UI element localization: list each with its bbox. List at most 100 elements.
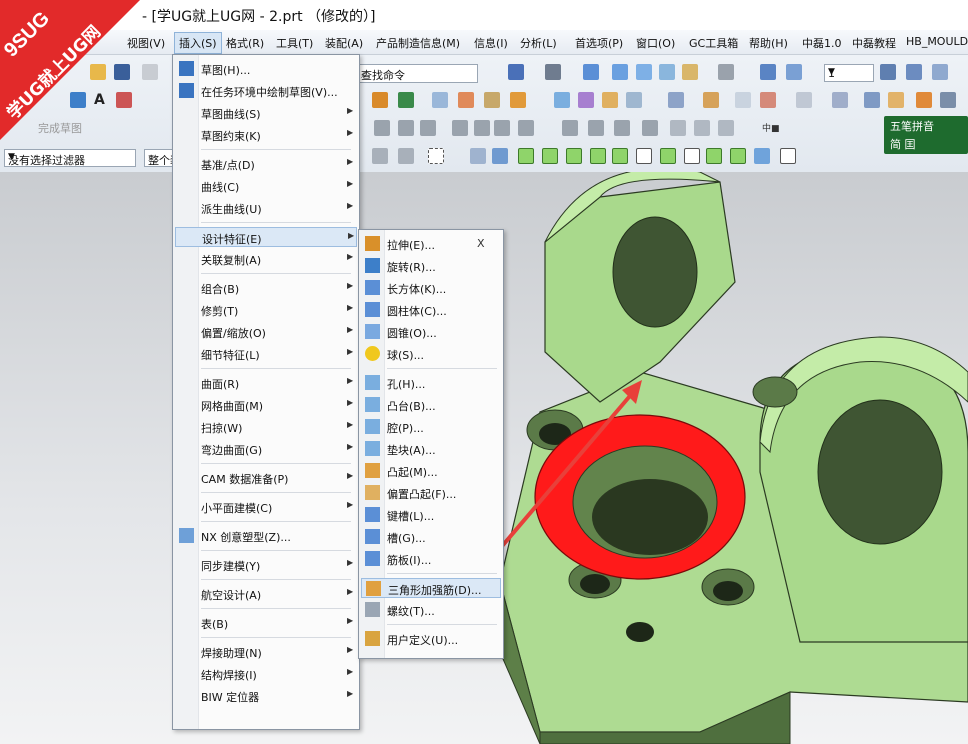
insert-menu-item[interactable]: 焊接助理(N) ▶ [175,642,357,662]
snap-center-icon[interactable] [660,148,676,164]
grid-snap-icon[interactable] [780,148,796,164]
view-cube-icon[interactable] [583,64,599,80]
show-hide-icon[interactable] [786,64,802,80]
design-feature-item[interactable]: 拉伸(E)... X [361,234,501,254]
corner-icon[interactable] [494,120,510,136]
menu-format[interactable]: 格式(R) [226,35,264,51]
design-feature-item[interactable]: 旋转(R)... [361,256,501,276]
studio-icon[interactable] [682,64,698,80]
shell-icon[interactable] [554,92,570,108]
insert-menu-item[interactable]: 网格曲面(M) ▶ [175,395,357,415]
design-feature-item[interactable]: 圆锥(O)... [361,322,501,342]
snap-icon[interactable] [888,92,904,108]
static-wireframe-icon[interactable] [659,64,675,80]
background-icon[interactable] [718,64,734,80]
select-feature-icon[interactable] [470,148,486,164]
show-constraint-icon[interactable] [642,120,658,136]
sketch-grid-icon[interactable] [670,120,686,136]
design-feature-item[interactable]: 槽(G)... [361,527,501,547]
resize-face-icon[interactable] [864,92,880,108]
insert-menu-item[interactable]: 表(B) ▶ [175,613,357,633]
design-feature-item[interactable]: 腔(P)... [361,417,501,437]
pattern-icon[interactable] [578,92,594,108]
snap-control-icon[interactable] [612,148,628,164]
selection-filter-select[interactable]: 没有选择过滤器 ▼ [4,149,136,167]
design-feature-item[interactable]: 凸台(B)... [361,395,501,415]
snap-quadrant-icon[interactable] [684,148,700,164]
sketch-curve-icon[interactable] [374,120,390,136]
menu-gc-toolbox[interactable]: GC工具箱 [689,35,738,51]
insert-menu-item[interactable]: 设计特征(E) ▶ [175,227,357,247]
insert-menu-item[interactable]: 草图(H)... [175,59,357,79]
design-feature-item[interactable]: 圆柱体(C)... [361,300,501,320]
menu-analysis[interactable]: 分析(L) [520,35,557,51]
menu-assembly[interactable]: 装配(A) [325,35,363,51]
fit-icon[interactable] [545,64,561,80]
design-feature-item[interactable]: 螺纹(T)... [361,600,501,620]
language-icon[interactable]: 中■ [762,121,780,134]
design-feature-item[interactable]: 三角形加强筋(D)... [361,578,501,598]
menu-info[interactable]: 信息(I) [474,35,508,51]
delete-face-icon[interactable] [735,92,751,108]
unite-icon[interactable] [458,92,474,108]
sketch-arc-icon[interactable] [398,120,414,136]
insert-menu-item[interactable]: 关联复制(A) ▶ [175,249,357,269]
render-style-icon[interactable] [508,64,524,80]
menu-zhonglei-tutorial[interactable]: 中磊教程 [852,35,896,51]
revolve-toolbar-icon[interactable] [398,92,414,108]
pull-face-icon[interactable] [832,92,848,108]
insert-menu-item[interactable]: 修剪(T) ▶ [175,300,357,320]
measure-icon[interactable] [916,92,932,108]
search-icon[interactable]: ⌕ [361,67,473,82]
insert-menu-item[interactable]: 草图约束(K) ▶ [175,125,357,145]
trim-body-icon[interactable] [626,92,642,108]
snap-on-curve-icon[interactable] [730,148,746,164]
layer-select[interactable]: 1 ▼ [824,64,874,82]
constraint-icon[interactable] [562,120,578,136]
design-feature-item[interactable]: 长方体(K)... [361,278,501,298]
ime-options-label[interactable]: 简 囯 [890,136,916,152]
extrude-toolbar-icon[interactable] [372,92,388,108]
snap-point-icon[interactable] [518,148,534,164]
move-face-icon[interactable] [796,92,812,108]
auto-constraint-icon[interactable] [614,120,630,136]
snap-intersection-icon[interactable] [636,148,652,164]
snap-endpoint-icon[interactable] [372,148,388,164]
menu-help[interactable]: 帮助(H) [749,35,788,51]
hole-toolbar-icon[interactable] [432,92,448,108]
offset-face-icon[interactable] [668,92,684,108]
box-select-icon[interactable] [428,148,444,164]
insert-menu-item[interactable]: 结构焊接(I) ▶ [175,664,357,684]
design-feature-item[interactable]: 用户定义(U)... [361,629,501,649]
insert-menu-item[interactable]: BIW 定位器 ▶ [175,686,357,706]
menu-preferences[interactable]: 首选项(P) [575,35,623,51]
insert-menu-item[interactable]: 组合(B) ▶ [175,278,357,298]
trim-curve-icon[interactable] [452,120,468,136]
insert-menu-item[interactable]: 派生曲线(U) ▶ [175,198,357,218]
select-body-icon[interactable] [492,148,508,164]
draft-icon[interactable] [703,92,719,108]
menu-hb-mould[interactable]: HB_MOULD [906,35,968,48]
design-feature-item[interactable]: 键槽(L)... [361,505,501,525]
insert-menu-item[interactable]: 弯边曲面(G) ▶ [175,439,357,459]
blend-icon[interactable] [484,92,500,108]
insert-menu-item[interactable]: 在任务环境中绘制草图(V)... [175,81,357,101]
insert-menu-item[interactable]: 基准/点(D) ▶ [175,154,357,174]
mirror-icon[interactable] [602,92,618,108]
insert-menu-item[interactable]: 扫掠(W) ▶ [175,417,357,437]
replace-face-icon[interactable] [760,92,776,108]
sketch-mirror-icon[interactable] [718,120,734,136]
menu-window[interactable]: 窗口(O) [636,35,675,51]
menu-tools[interactable]: 工具(T) [276,35,313,51]
insert-menu-item[interactable]: 小平面建模(C) ▶ [175,497,357,517]
design-feature-item[interactable]: 孔(H)... [361,373,501,393]
menu-pmi[interactable]: 产品制造信息(M) [376,35,460,51]
snap-endpoint2-icon[interactable] [566,148,582,164]
snap-line-icon[interactable] [542,148,558,164]
section-icon[interactable] [760,64,776,80]
cut-icon[interactable] [142,64,158,80]
insert-menu-item[interactable]: 细节特征(L) ▶ [175,344,357,364]
snap-mid-icon[interactable] [398,148,414,164]
design-feature-item[interactable]: 球(S)... [361,344,501,364]
snap-face-icon[interactable] [754,148,770,164]
